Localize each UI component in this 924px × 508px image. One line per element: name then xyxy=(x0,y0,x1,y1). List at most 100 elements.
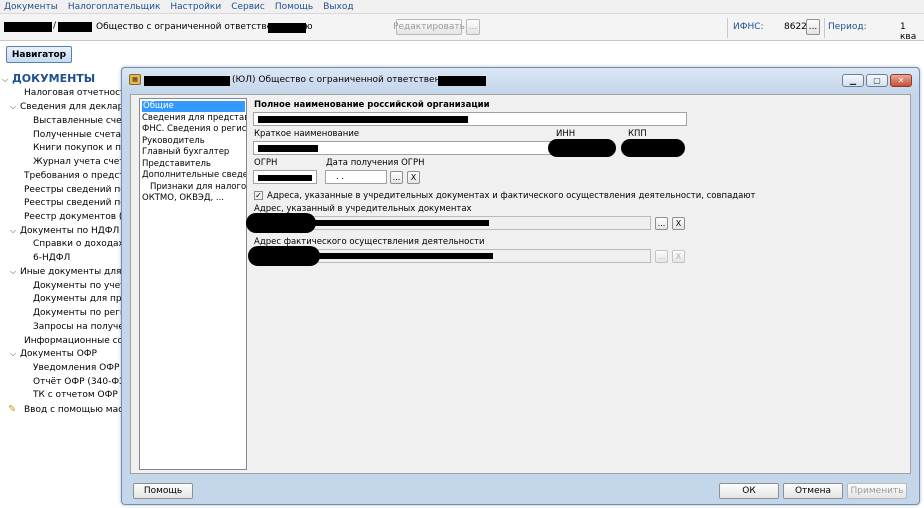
navigator-button[interactable]: Навигатор xyxy=(6,46,72,63)
dialog-body: Общие Сведения для представлени ФНС. Све… xyxy=(130,94,911,474)
tree-item-label: Иные документы для на xyxy=(20,267,124,277)
tree-item-registers-a[interactable]: Реестры сведений по а xyxy=(24,198,124,208)
section-chief-accountant[interactable]: Главный бухгалтер xyxy=(142,147,229,158)
collapse-arrow-icon[interactable]: ⌵ xyxy=(2,75,12,85)
ogrn-input[interactable] xyxy=(253,170,317,184)
legal-address-select-button[interactable]: ... xyxy=(655,217,668,230)
tree-item-tk-ofr-report[interactable]: ТК с отчетом ОФР (34 xyxy=(33,390,124,400)
short-name-label: Краткое наименование xyxy=(254,129,360,139)
section-fns-registration[interactable]: ФНС. Сведения о регистрац xyxy=(142,124,246,135)
actual-address-clear-button[interactable]: X xyxy=(672,250,685,263)
section-list: Общие Сведения для представлени ФНС. Све… xyxy=(139,98,247,470)
tree-item-requirements[interactable]: Требования о представ xyxy=(24,171,124,181)
full-name-input[interactable] xyxy=(253,112,687,126)
period-label: Период: xyxy=(828,22,867,32)
help-button[interactable]: Помощь xyxy=(133,483,193,499)
tree-item-registry-checks[interactable]: Реестр документов (чек xyxy=(24,212,124,222)
tree-item-ofr-notices[interactable]: Уведомления ОФР (1 xyxy=(33,363,124,373)
redacted-kpp xyxy=(58,22,92,32)
minimize-button[interactable]: ▁ xyxy=(842,74,864,87)
section-general[interactable]: Общие xyxy=(142,101,245,112)
menu-settings[interactable]: Настройки xyxy=(170,2,221,12)
menu-service[interactable]: Сервис xyxy=(231,2,265,12)
tree-item-declaration-info[interactable]: ⌵ Сведения для деклара xyxy=(10,102,124,112)
collapse-arrow-icon[interactable]: ⌵ xyxy=(10,102,20,112)
section-submission-info[interactable]: Сведения для представлени xyxy=(142,113,246,124)
redacted-title-name xyxy=(438,76,486,86)
tree-item-registers-n[interactable]: Реестры сведений по Н xyxy=(24,185,124,195)
dialog-titlebar[interactable]: ▦ (ЮЛ) Общество с ограниченной ответстве… xyxy=(122,68,919,92)
redacted-actual-address-1 xyxy=(248,246,320,266)
close-button[interactable]: ✕ xyxy=(890,74,912,87)
tree-item-received-invoices[interactable]: Полученные счета-фа xyxy=(33,130,124,140)
tree-item-ofr-docs[interactable]: ⌵ Документы ОФР xyxy=(10,349,97,359)
actual-address-select-button[interactable]: ... xyxy=(655,250,668,263)
redacted-inn-field[interactable] xyxy=(548,139,616,157)
collapse-arrow-icon[interactable]: ⌵ xyxy=(10,349,20,359)
tree-item-wizard-input[interactable]: ✎ Ввод с помощью масте xyxy=(8,404,124,415)
tree-item-info-messages[interactable]: Информационные сооб xyxy=(24,336,124,346)
section-tax-attributes[interactable]: Признаки для налоговой с xyxy=(150,182,246,193)
period-value[interactable]: 1 ква xyxy=(900,22,924,42)
actual-address-input[interactable] xyxy=(248,246,651,266)
tree-item-registration-docs[interactable]: Документы по регист xyxy=(33,308,124,318)
redacted-full-name xyxy=(258,116,468,123)
ifns-label: ИФНС: xyxy=(733,22,764,32)
collapse-arrow-icon[interactable]: ⌵ xyxy=(10,226,20,236)
cancel-button[interactable]: Отмена xyxy=(783,483,843,499)
dialog-app-icon: ▦ xyxy=(129,74,141,85)
tree-item-requests[interactable]: Запросы на получени xyxy=(33,322,124,332)
redacted-legal-address-2 xyxy=(311,220,489,226)
taxpayer-separator: / xyxy=(53,21,57,31)
ok-button[interactable]: ОК xyxy=(719,483,779,499)
tree-item-invoice-journal[interactable]: Журнал учета счетов- xyxy=(33,157,124,167)
collapse-arrow-icon[interactable]: ⌵ xyxy=(10,267,20,277)
menu-taxpayer[interactable]: Налогоплательщик xyxy=(68,2,161,12)
legal-address-input[interactable] xyxy=(246,213,651,233)
addresses-match-checkbox[interactable]: ✓ xyxy=(254,191,263,200)
apply-button[interactable]: Применить xyxy=(847,483,907,499)
section-representative[interactable]: Представитель xyxy=(142,159,211,170)
tree-item-ndfl-docs[interactable]: ⌵ Документы по НДФЛ xyxy=(10,226,119,236)
tree-root[interactable]: ⌵ ДОКУМЕНТЫ xyxy=(2,72,95,85)
tree-item-application-docs[interactable]: Документы для прим xyxy=(33,294,124,304)
ogrn-date-clear-button[interactable]: X xyxy=(407,171,420,184)
ogrn-date-picker-button[interactable]: ... xyxy=(390,171,403,184)
main-menubar: Документы Налогоплательщик Настройки Сер… xyxy=(0,0,924,14)
edit-taxpayer-button[interactable]: Редактировать xyxy=(393,19,465,35)
ogrn-date-input[interactable]: . . xyxy=(325,170,387,184)
toolbar-separator xyxy=(727,18,728,38)
section-director[interactable]: Руководитель xyxy=(142,136,205,147)
section-oktmo-okved[interactable]: ОКТМО, ОКВЭД, ... xyxy=(142,193,224,204)
tree-item-other-docs[interactable]: ⌵Иные документы для на xyxy=(10,267,124,277)
tree-item-purchase-books[interactable]: Книги покупок и прод xyxy=(33,143,124,153)
ogrn-date-value: . . xyxy=(336,172,345,182)
minimize-icon: ▁ xyxy=(849,76,857,85)
wizard-wand-icon: ✎ xyxy=(8,404,17,415)
tree-item-ofr-report[interactable]: Отчёт ОФР (340-ФЗ) xyxy=(33,377,124,387)
ifns-select-button[interactable]: ... xyxy=(806,19,820,35)
section-additional-info[interactable]: Дополнительные сведения xyxy=(142,170,246,181)
check-mark-icon: ✓ xyxy=(255,191,262,200)
kpp-label: КПП xyxy=(628,129,647,139)
legal-address-clear-button[interactable]: X xyxy=(672,217,685,230)
taxpayer-bar: / Общество с ограниченной ответственност… xyxy=(0,14,924,42)
ifns-value: 8622 xyxy=(784,22,807,32)
tree-item-issued-invoices[interactable]: Выставленные счета- xyxy=(33,116,124,126)
navigator-row: Навигатор xyxy=(0,41,924,66)
maximize-button[interactable]: ▢ xyxy=(866,74,888,87)
tree-item-tax-reporting[interactable]: Налоговая отчетность xyxy=(24,88,124,98)
tree-item-accounting-docs[interactable]: Документы по учету н xyxy=(33,281,124,291)
menu-exit[interactable]: Выход xyxy=(323,2,353,12)
tree-item-6-ndfl[interactable]: 6-НДФЛ xyxy=(33,253,70,263)
organization-dialog: ▦ (ЮЛ) Общество с ограниченной ответстве… xyxy=(121,67,920,505)
tree-item-income-certificates[interactable]: Справки о доходах (2 xyxy=(33,239,124,249)
dialog-footer: Помощь ОК Отмена Применить xyxy=(122,478,919,504)
clear-x-icon: X xyxy=(675,219,682,228)
menu-documents[interactable]: Документы xyxy=(4,2,58,12)
menu-help[interactable]: Помощь xyxy=(275,2,313,12)
redacted-kpp-field[interactable] xyxy=(621,139,685,157)
taxpayer-more-button[interactable]: ... xyxy=(466,19,480,35)
short-name-input[interactable] xyxy=(253,141,553,155)
redacted-title-inn xyxy=(144,76,230,86)
